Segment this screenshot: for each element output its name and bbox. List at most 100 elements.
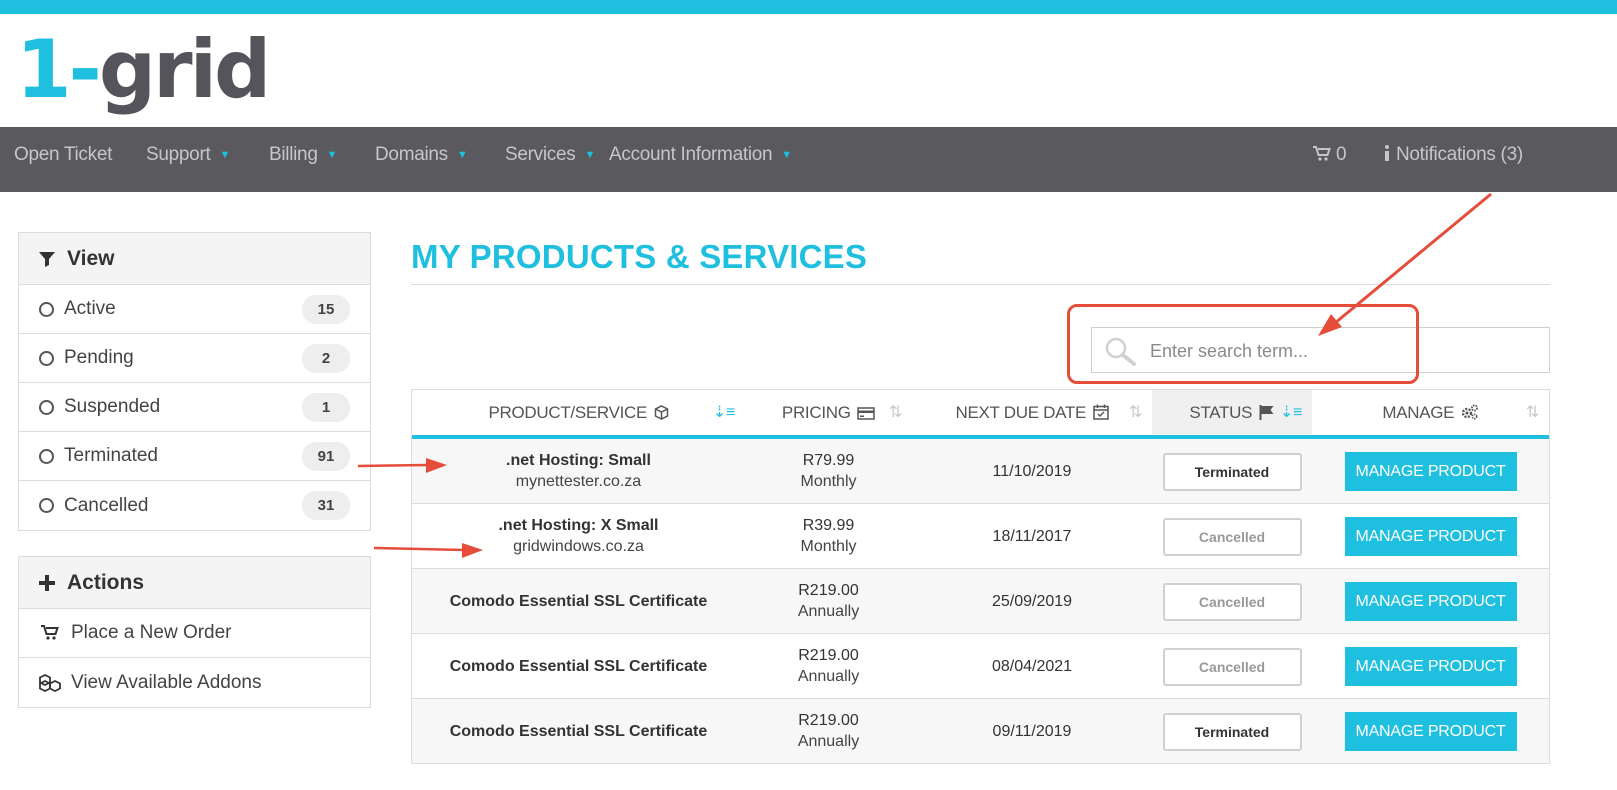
radio-icon[interactable] [39, 498, 54, 513]
status-badge: Terminated [1162, 452, 1302, 491]
table-row[interactable]: .net Hosting: X Small gridwindows.co.za R… [412, 504, 1549, 569]
caret-down-icon: ▼ [584, 149, 596, 161]
sort-icon[interactable]: ⇅ [1526, 390, 1539, 435]
filter-label: Terminated [64, 445, 158, 466]
nav-domains-label: Domains [375, 144, 448, 165]
filter-pending[interactable]: Pending 2 [19, 334, 370, 383]
manage-product-button[interactable]: MANAGE PRODUCT [1344, 647, 1517, 686]
nav-notifications[interactable]: Notifications (3) [1383, 127, 1523, 192]
th-label: PRICING [781, 403, 851, 422]
sort-icon[interactable]: ⇅ [889, 390, 902, 435]
th-next-due-date[interactable]: NEXT DUE DATE ⇅ [912, 390, 1152, 435]
filter-terminated[interactable]: Terminated 91 [19, 432, 370, 481]
filter-cancelled[interactable]: Cancelled 31 [19, 481, 370, 530]
filter-label: Active [64, 298, 116, 319]
status-badge: Cancelled [1162, 582, 1302, 621]
th-product-service[interactable]: PRODUCT/SERVICE ⇣≡ [412, 390, 745, 435]
product-domain: gridwindows.co.za [513, 538, 644, 555]
caret-down-icon: ▼ [326, 149, 338, 161]
sort-icon[interactable]: ⇅ [1129, 390, 1142, 435]
table-row[interactable]: .net Hosting: Small mynettester.co.za R79… [412, 439, 1549, 504]
nav-billing-label: Billing [269, 144, 318, 165]
nav-open-ticket-label: Open Ticket [14, 144, 113, 165]
search-icon [1104, 336, 1138, 371]
flag-icon [1259, 392, 1275, 437]
product-name[interactable]: .net Hosting: X Small [498, 517, 658, 535]
product-name[interactable]: Comodo Essential SSL Certificate [450, 593, 708, 611]
radio-icon[interactable] [39, 350, 54, 366]
radio-icon[interactable] [39, 301, 54, 317]
billing-cycle: Annually [797, 668, 860, 685]
cube-icon [654, 392, 669, 437]
filter-suspended[interactable]: Suspended 1 [19, 383, 370, 432]
table-row[interactable]: Comodo Essential SSL Certificate R219.00… [412, 634, 1549, 699]
filter-count-badge: 2 [302, 344, 350, 373]
caret-down-icon: ▼ [456, 149, 468, 161]
table-row[interactable]: Comodo Essential SSL Certificate R219.00… [412, 699, 1549, 764]
notifications-label: Notifications (3) [1395, 144, 1523, 165]
plus-icon [39, 574, 57, 591]
sort-icon[interactable]: ⇣≡ [713, 390, 735, 435]
th-status[interactable]: STATUS ⇣≡ [1152, 390, 1312, 435]
actions-panel-title: Actions [67, 570, 145, 594]
annotation-arrow-to-search [1334, 192, 1492, 325]
action-place-new-order[interactable]: Place a New Order [19, 609, 370, 658]
brand-logo[interactable]: 1-grid [16, 22, 271, 118]
search-input[interactable] [1150, 336, 1530, 366]
nav-account-information[interactable]: Account Information ▼ [609, 127, 792, 192]
status-badge: Cancelled [1162, 647, 1302, 686]
nav-services[interactable]: Services ▼ [505, 127, 595, 192]
manage-product-button[interactable]: MANAGE PRODUCT [1344, 582, 1517, 621]
cart-count: 0 [1335, 144, 1347, 165]
due-date: 11/10/2019 [992, 462, 1072, 480]
sort-icon[interactable]: ⇣≡ [1280, 390, 1302, 435]
filter-icon [39, 251, 57, 267]
logo-part-two: grid [98, 23, 271, 116]
nav-billing[interactable]: Billing ▼ [269, 127, 337, 192]
filter-count-badge: 15 [302, 295, 350, 324]
calendar-check-icon [1092, 392, 1109, 437]
radio-icon[interactable] [39, 448, 54, 464]
manage-product-button[interactable]: MANAGE PRODUCT [1344, 712, 1517, 751]
view-panel: View Active 15 Pending 2 Suspended 1 Ter… [18, 232, 371, 531]
action-view-available-addons[interactable]: View Available Addons [19, 658, 370, 707]
price: R219.00 [798, 712, 859, 729]
th-manage[interactable]: MANAGE ⇅ [1312, 390, 1549, 435]
th-label: STATUS [1189, 403, 1253, 422]
table-header: PRODUCT/SERVICE ⇣≡ PRICING ⇅ NEXT DUE DA… [412, 390, 1549, 439]
action-label: View Available Addons [71, 671, 262, 693]
nav-cart[interactable]: 0 [1313, 127, 1347, 192]
due-date: 08/04/2021 [991, 657, 1073, 675]
nav-domains[interactable]: Domains ▼ [375, 127, 468, 192]
filter-count-badge: 1 [302, 393, 350, 422]
search-box[interactable] [1091, 327, 1550, 373]
product-name[interactable]: .net Hosting: Small [506, 452, 651, 470]
filter-active[interactable]: Active 15 [19, 285, 370, 334]
nav-support[interactable]: Support ▼ [146, 127, 230, 192]
product-name[interactable]: Comodo Essential SSL Certificate [450, 723, 708, 741]
product-domain: mynettester.co.za [515, 473, 642, 490]
th-pricing[interactable]: PRICING ⇅ [745, 390, 912, 435]
nav-open-ticket[interactable]: Open Ticket [14, 127, 112, 192]
action-label: Place a New Order [71, 622, 232, 643]
actions-panel: Actions Place a New Order View Available… [18, 556, 371, 708]
cogs-icon [1461, 392, 1479, 437]
product-name[interactable]: Comodo Essential SSL Certificate [450, 658, 708, 676]
manage-product-button[interactable]: MANAGE PRODUCT [1344, 517, 1517, 556]
due-date: 18/11/2017 [992, 527, 1072, 545]
price: R79.99 [802, 452, 855, 469]
filter-count-badge: 31 [302, 491, 350, 520]
filter-count-badge: 91 [302, 442, 350, 471]
price: R219.00 [798, 647, 859, 664]
table-row[interactable]: Comodo Essential SSL Certificate R219.00… [412, 569, 1549, 634]
nav-account-information-label: Account Information [609, 144, 773, 165]
th-label: NEXT DUE DATE [955, 403, 1087, 422]
credit-card-icon [857, 392, 875, 437]
cart-icon [1313, 146, 1331, 161]
products-table: PRODUCT/SERVICE ⇣≡ PRICING ⇅ NEXT DUE DA… [411, 389, 1550, 764]
billing-cycle: Monthly [800, 538, 857, 555]
billing-cycle: Annually [797, 733, 860, 750]
manage-product-button[interactable]: MANAGE PRODUCT [1344, 452, 1517, 491]
radio-icon[interactable] [39, 399, 54, 415]
price: R219.00 [798, 582, 859, 599]
